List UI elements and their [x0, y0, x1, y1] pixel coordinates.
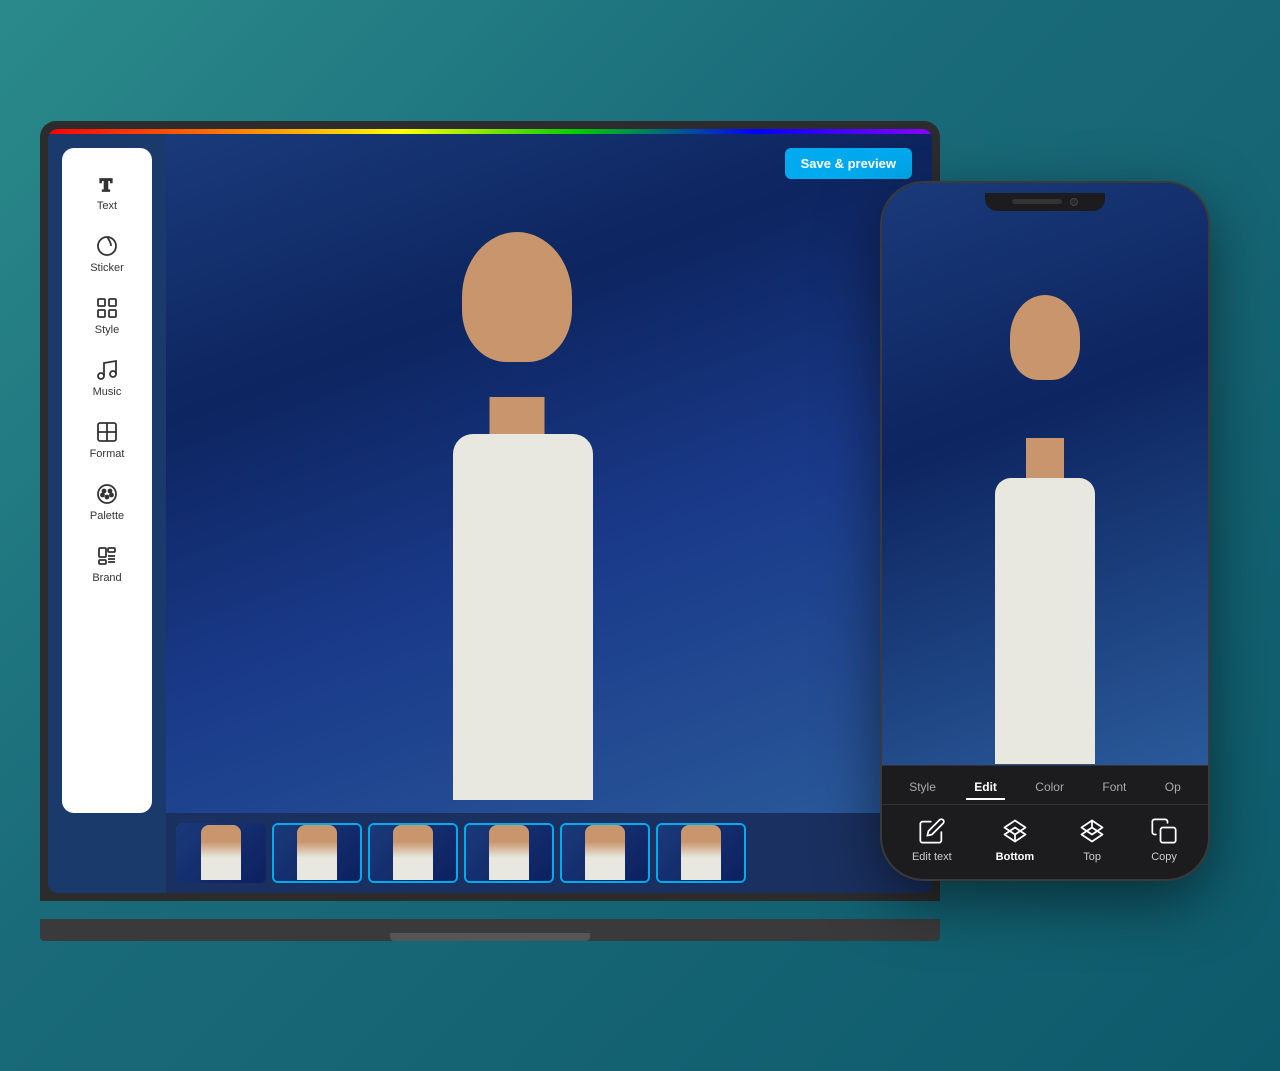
bottom-icon	[1001, 817, 1029, 845]
thumb-inner-5	[562, 825, 648, 881]
action-edit-text[interactable]: Edit text	[912, 817, 952, 863]
person-head	[462, 232, 572, 362]
timeline[interactable]	[166, 813, 932, 893]
phone-speaker	[1012, 199, 1062, 204]
timeline-thumbnail-1[interactable]	[176, 823, 266, 883]
phone-head	[1010, 295, 1080, 380]
save-preview-button[interactable]: Save & preview	[785, 148, 912, 179]
person-silhouette	[357, 201, 677, 812]
sidebar-label-palette: Palette	[90, 510, 124, 522]
action-label-top: Top	[1083, 851, 1101, 863]
phone-notch	[985, 193, 1105, 211]
sidebar-item-music[interactable]: Music	[67, 350, 147, 406]
phone-camera	[1070, 198, 1078, 206]
text-icon: T	[95, 172, 119, 196]
background-photo	[166, 134, 932, 813]
thumb-inner-2	[274, 825, 360, 881]
timeline-thumbnail-6[interactable]	[656, 823, 746, 883]
timeline-thumbnail-2[interactable]	[272, 823, 362, 883]
timeline-thumbnail-5[interactable]	[560, 823, 650, 883]
phone-person	[945, 270, 1145, 765]
sidebar-item-style[interactable]: Style	[67, 288, 147, 344]
action-top[interactable]: Top	[1078, 817, 1106, 863]
brand-icon	[95, 544, 119, 568]
phone-tab-bar: Style Edit Color Font Op	[882, 766, 1208, 805]
thumb-inner-1	[176, 823, 266, 883]
thumb-person-2	[297, 825, 337, 880]
sidebar-item-format[interactable]: Format	[67, 412, 147, 468]
laptop-body: Save & preview T Text	[40, 121, 940, 901]
thumb-person-1	[201, 825, 241, 880]
thumb-inner-6	[658, 825, 744, 881]
sidebar-label-format: Format	[90, 448, 125, 460]
timeline-thumbnail-3[interactable]	[368, 823, 458, 883]
edit-text-icon	[918, 817, 946, 845]
person-body	[453, 434, 593, 801]
format-icon	[95, 420, 119, 444]
tab-op[interactable]: Op	[1157, 776, 1189, 800]
main-image-area	[166, 134, 932, 813]
action-bottom[interactable]: Bottom	[996, 817, 1035, 863]
style-icon	[95, 296, 119, 320]
phone-image-area	[882, 183, 1208, 765]
thumb-inner-4	[466, 825, 552, 881]
sidebar-label-brand: Brand	[92, 572, 121, 584]
sidebar-label-sticker: Sticker	[90, 262, 124, 274]
palette-icon	[95, 482, 119, 506]
action-label-bottom: Bottom	[996, 851, 1035, 863]
action-label-edit-text: Edit text	[912, 851, 952, 863]
tab-edit[interactable]: Edit	[966, 776, 1005, 800]
sidebar-label-style: Style	[95, 324, 119, 336]
sticker-icon	[95, 234, 119, 258]
sidebar-item-brand[interactable]: Brand	[67, 536, 147, 592]
thumb-person-4	[489, 825, 529, 880]
thumb-person-6	[681, 825, 721, 880]
copy-icon	[1150, 817, 1178, 845]
tab-color[interactable]: Color	[1027, 776, 1072, 800]
timeline-thumbnail-4[interactable]	[464, 823, 554, 883]
action-copy[interactable]: Copy	[1150, 817, 1178, 863]
sidebar-item-palette[interactable]: Palette	[67, 474, 147, 530]
tab-font[interactable]: Font	[1094, 776, 1134, 800]
svg-text:T: T	[100, 175, 112, 195]
sidebar: T Text Sticker	[62, 148, 152, 813]
thumb-inner-3	[370, 825, 456, 881]
phone-body	[995, 478, 1095, 765]
sidebar-item-sticker[interactable]: Sticker	[67, 226, 147, 282]
tab-style[interactable]: Style	[901, 776, 944, 800]
sidebar-label-text: Text	[97, 200, 117, 212]
music-icon	[95, 358, 119, 382]
sidebar-label-music: Music	[93, 386, 122, 398]
thumb-person-3	[393, 825, 433, 880]
thumb-person-5	[585, 825, 625, 880]
screen-content: Save & preview T Text	[48, 134, 932, 893]
laptop-screen: Save & preview T Text	[48, 129, 932, 893]
laptop-base	[40, 919, 940, 941]
phone-bottom-panel: Style Edit Color Font Op	[882, 765, 1208, 879]
phone-screen: Style Edit Color Font Op	[882, 183, 1208, 879]
sidebar-item-text[interactable]: T Text	[67, 164, 147, 220]
phone: Style Edit Color Font Op	[880, 181, 1210, 881]
action-label-copy: Copy	[1151, 851, 1177, 863]
laptop: Save & preview T Text	[40, 121, 940, 941]
phone-action-bar: Edit text Bottom	[882, 805, 1208, 879]
top-icon	[1078, 817, 1106, 845]
